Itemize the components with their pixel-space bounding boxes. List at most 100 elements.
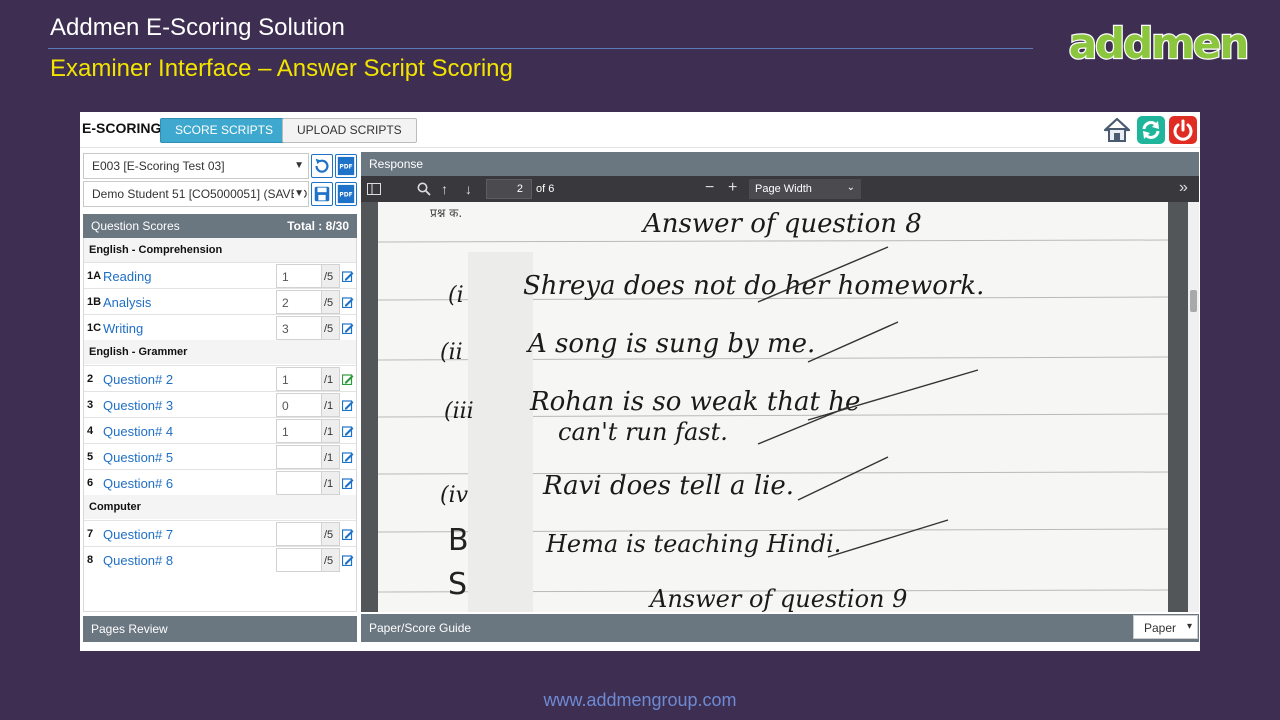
- score-input[interactable]: [276, 445, 322, 469]
- refresh-icon[interactable]: [1136, 115, 1166, 145]
- score-input[interactable]: [276, 548, 322, 572]
- annotate-icon[interactable]: [342, 425, 354, 437]
- annotate-icon[interactable]: [342, 270, 354, 282]
- search-icon[interactable]: [417, 182, 431, 196]
- save-icon[interactable]: [311, 182, 333, 206]
- tab-score-scripts[interactable]: SCORE SCRIPTS: [160, 118, 289, 143]
- answer-line-5: Ravi does tell a lie.: [542, 471, 794, 501]
- question-number: 8: [87, 554, 94, 566]
- max-score: /5: [322, 548, 340, 572]
- score-input[interactable]: 1: [276, 419, 322, 443]
- question-link[interactable]: Reading: [103, 269, 151, 284]
- top-bar: E-SCORING SCORE SCRIPTS UPLOAD SCRIPTS: [80, 112, 1200, 148]
- score-input[interactable]: [276, 471, 322, 495]
- chevron-down-icon: ⌄: [846, 182, 855, 193]
- pdf-viewer[interactable]: प्रश्न क. Answer of question 8 (i Shreya…: [361, 202, 1199, 612]
- question-link[interactable]: Question# 2: [103, 372, 173, 387]
- answer-line-2: Shreya does not do her homework.: [523, 271, 984, 301]
- question-link[interactable]: Question# 6: [103, 476, 173, 491]
- max-score: /1: [322, 471, 340, 495]
- pdf-icon[interactable]: PDF: [335, 154, 357, 178]
- question-row: 6 Question# 6 /1: [84, 469, 356, 495]
- total-score: Total : 8/30: [287, 219, 349, 233]
- question-number: 4: [87, 425, 94, 437]
- chevron-down-icon: ▼: [294, 160, 304, 171]
- question-link[interactable]: Question# 7: [103, 527, 173, 542]
- pdf-icon[interactable]: PDF: [335, 182, 357, 206]
- score-input[interactable]: 2: [276, 290, 322, 314]
- page-total: of 6: [536, 183, 555, 195]
- answer-line-7: Answer of question 9: [648, 585, 907, 612]
- question-scores-label: Question Scores: [91, 219, 180, 233]
- chevron-down-icon: ▾: [1186, 621, 1192, 632]
- page-number-input[interactable]: 2: [486, 179, 532, 199]
- handwritten-answer: प्रश्न क. Answer of question 8 (i Shreya…: [378, 206, 1168, 612]
- sidebar-toggle-icon[interactable]: [367, 183, 381, 195]
- slide-subtitle: Examiner Interface – Answer Script Scori…: [50, 55, 513, 82]
- response-panel: Response ↑ ↓ 2 of 6 − + Page Width ⌄ » प…: [361, 152, 1199, 642]
- viewer-scrollbar[interactable]: [1188, 202, 1199, 612]
- score-input[interactable]: 3: [276, 316, 322, 340]
- question-link[interactable]: Question# 4: [103, 424, 173, 439]
- svg-text:PDF: PDF: [339, 193, 352, 199]
- annotate-icon[interactable]: [342, 554, 354, 566]
- paper-select[interactable]: Paper ▾: [1133, 615, 1198, 639]
- header-hindi: प्रश्न क.: [430, 206, 462, 220]
- pages-review-header[interactable]: Pages Review: [83, 616, 357, 642]
- question-row: 8 Question# 8 /5: [84, 546, 356, 572]
- answer-number-5: B: [448, 523, 469, 558]
- annotate-icon[interactable]: [342, 373, 354, 385]
- annotate-icon[interactable]: [342, 451, 354, 463]
- answer-script-page: प्रश्न क. Answer of question 8 (i Shreya…: [378, 202, 1168, 612]
- annotate-icon[interactable]: [342, 477, 354, 489]
- section-header: English - Comprehension: [84, 238, 356, 262]
- annotate-icon[interactable]: [342, 528, 354, 540]
- score-input[interactable]: 0: [276, 393, 322, 417]
- power-icon[interactable]: [1168, 115, 1198, 145]
- home-icon[interactable]: [1102, 115, 1132, 145]
- score-input[interactable]: 1: [276, 367, 322, 391]
- score-input[interactable]: 1: [276, 264, 322, 288]
- answer-number-2: (ii: [440, 340, 463, 365]
- paper-guide-bar: Paper/Score Guide Paper ▾: [361, 614, 1199, 642]
- arrow-down-icon[interactable]: ↓: [465, 181, 472, 197]
- answer-line-4b: can't run fast.: [558, 418, 728, 446]
- zoom-out-icon[interactable]: −: [705, 179, 714, 197]
- annotate-icon[interactable]: [342, 296, 354, 308]
- question-number: 7: [87, 528, 94, 540]
- answer-line-3: A song is sung by me.: [526, 329, 815, 359]
- svg-text:PDF: PDF: [339, 165, 352, 171]
- tab-upload-scripts[interactable]: UPLOAD SCRIPTS: [282, 118, 417, 143]
- zoom-in-icon[interactable]: +: [728, 179, 737, 197]
- question-link[interactable]: Analysis: [103, 295, 151, 310]
- zoom-value: Page Width: [755, 183, 812, 195]
- escoring-app: E-SCORING SCORE SCRIPTS UPLOAD SCRIPTS E…: [80, 112, 1200, 651]
- scrollbar-thumb[interactable]: [1190, 290, 1197, 312]
- question-list: English - Comprehension 1A Reading 1 /5 …: [83, 238, 357, 612]
- arrow-up-icon[interactable]: ↑: [441, 181, 448, 197]
- question-link[interactable]: Writing: [103, 321, 143, 336]
- annotate-icon[interactable]: [342, 399, 354, 411]
- annotate-icon[interactable]: [342, 322, 354, 334]
- student-select[interactable]: Demo Student 51 [CO5000051] (SAVED ▼: [83, 181, 309, 207]
- left-panel: E003 [E-Scoring Test 03] ▼ PDF Demo Stud…: [83, 152, 357, 642]
- test-select[interactable]: E003 [E-Scoring Test 03] ▼: [83, 153, 309, 179]
- answer-line-4a: Rohan is so weak that he: [529, 387, 860, 417]
- footer-url[interactable]: www.addmengroup.com: [0, 690, 1280, 711]
- score-input[interactable]: [276, 522, 322, 546]
- reload-icon[interactable]: [311, 154, 333, 178]
- question-link[interactable]: Question# 5: [103, 450, 173, 465]
- max-score: /5: [322, 264, 340, 288]
- paper-select-value: Paper: [1144, 621, 1177, 635]
- max-score: /1: [322, 393, 340, 417]
- slide-title: Addmen E-Scoring Solution: [50, 14, 345, 41]
- question-link[interactable]: Question# 3: [103, 398, 173, 413]
- question-number: 1C: [87, 322, 102, 334]
- more-tools-icon[interactable]: »: [1179, 179, 1188, 197]
- answer-line-1: Answer of question 8: [641, 209, 922, 239]
- zoom-select[interactable]: Page Width ⌄: [749, 179, 861, 199]
- max-score: /5: [322, 290, 340, 314]
- answer-number-3: (iii: [444, 399, 474, 424]
- max-score: /5: [322, 522, 340, 546]
- question-link[interactable]: Question# 8: [103, 553, 173, 568]
